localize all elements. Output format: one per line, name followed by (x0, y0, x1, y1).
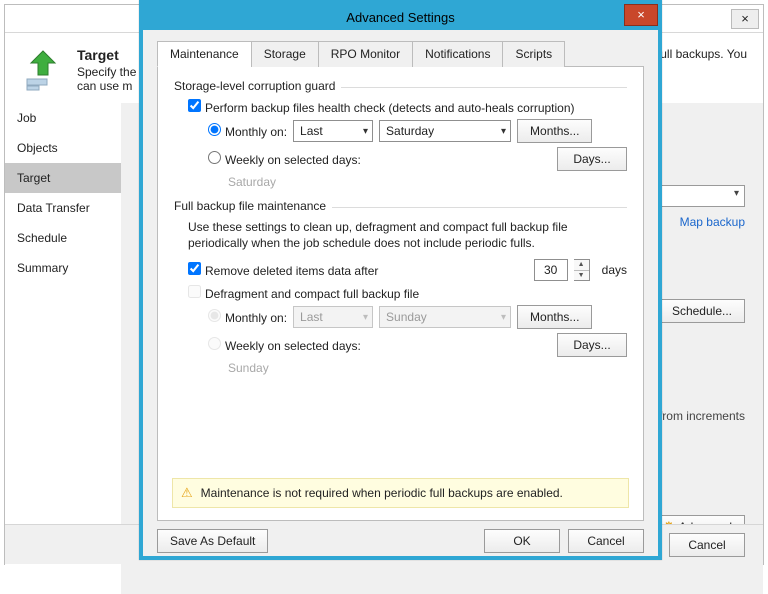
warning-banner: ⚠ Maintenance is not required when perio… (172, 478, 629, 508)
monthly-ordinal-select[interactable]: Last (293, 120, 373, 142)
sidebar-item-summary[interactable]: Summary (5, 253, 121, 283)
group-corruption-guard: Storage-level corruption guard (174, 79, 627, 93)
tab-storage[interactable]: Storage (251, 41, 319, 67)
parent-close-button[interactable]: × (731, 9, 759, 29)
target-icon (21, 47, 65, 91)
defrag-monthly-radio: Monthly on: (208, 309, 287, 325)
schedule-button[interactable]: Schedule... (659, 299, 745, 323)
sidebar-item-data-transfer[interactable]: Data Transfer (5, 193, 121, 223)
cancel-button[interactable]: Cancel (568, 529, 644, 553)
days-button[interactable]: Days... (557, 147, 627, 171)
tab-maintenance[interactable]: Maintenance (157, 41, 252, 67)
sidebar-item-schedule[interactable]: Schedule (5, 223, 121, 253)
parent-title-block: Target Specify the can use m (77, 47, 136, 93)
defrag-day-select: Sunday (379, 306, 511, 328)
weekly-radio[interactable]: Weekly on selected days: (208, 151, 361, 167)
remove-deleted-checkbox[interactable]: Remove deleted items data after (188, 262, 378, 278)
dialog-title: Advanced Settings (346, 10, 454, 25)
monthly-radio[interactable]: Monthly on: (208, 123, 287, 139)
defrag-weekly-radio: Weekly on selected days: (208, 337, 361, 353)
defrag-checkbox[interactable]: Defragment and compact full backup file (188, 285, 419, 301)
remove-days-input[interactable] (534, 259, 568, 281)
dialog-footer: Save As Default OK Cancel (143, 521, 658, 561)
tab-notifications[interactable]: Notifications (412, 41, 503, 67)
advanced-settings-dialog: Advanced Settings × Maintenance Storage … (139, 0, 662, 560)
defrag-months-button: Months... (517, 305, 592, 329)
remove-days-spinner[interactable]: ▲▼ (574, 259, 590, 281)
parent-cancel-button[interactable]: Cancel (669, 533, 745, 557)
sidebar-item-target[interactable]: Target (5, 163, 121, 193)
save-as-default-button[interactable]: Save As Default (157, 529, 268, 553)
sidebar-item-objects[interactable]: Objects (5, 133, 121, 163)
parent-subtitle-a: Specify the (77, 65, 136, 79)
parent-subtitle-b: can use m (77, 79, 136, 93)
full-maintenance-desc: Use these settings to clean up, defragme… (188, 219, 627, 251)
defrag-weekly-summary: Sunday (228, 361, 627, 375)
defrag-ordinal-select: Last (293, 306, 373, 328)
tab-rpo-monitor[interactable]: RPO Monitor (318, 41, 413, 67)
months-button[interactable]: Months... (517, 119, 592, 143)
tab-panel-maintenance: Storage-level corruption guard Perform b… (157, 67, 644, 521)
monthly-day-select[interactable]: Saturday (379, 120, 511, 142)
dialog-close-button[interactable]: × (624, 4, 658, 26)
warning-icon: ⚠ (181, 485, 193, 501)
group-full-maintenance: Full backup file maintenance (174, 199, 627, 213)
increments-label: from increments (659, 409, 745, 423)
map-backup-link[interactable]: Map backup (680, 215, 745, 229)
weekly-summary: Saturday (228, 175, 627, 189)
sidebar: Job Objects Target Data Transfer Schedul… (5, 103, 121, 594)
defrag-days-button: Days... (557, 333, 627, 357)
warning-text: Maintenance is not required when periodi… (201, 486, 563, 500)
parent-title: Target (77, 47, 136, 63)
tabstrip: Maintenance Storage RPO Monitor Notifica… (157, 40, 644, 67)
sidebar-item-job[interactable]: Job (5, 103, 121, 133)
tab-scripts[interactable]: Scripts (502, 41, 565, 67)
health-check-checkbox[interactable]: Perform backup files health check (detec… (188, 99, 575, 115)
ok-button[interactable]: OK (484, 529, 560, 553)
days-label: days (602, 263, 627, 277)
dialog-titlebar: Advanced Settings × (143, 4, 658, 30)
